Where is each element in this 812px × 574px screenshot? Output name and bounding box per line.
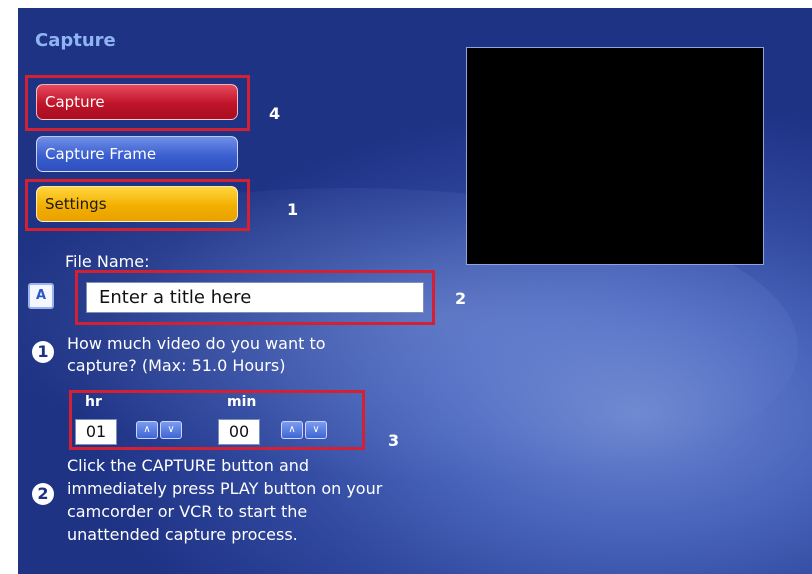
filename-label: File Name: xyxy=(65,252,150,271)
settings-highlight xyxy=(25,179,250,231)
filename-input[interactable]: Enter a title here xyxy=(86,282,424,313)
annotation-3: 3 xyxy=(388,431,400,450)
step-1-line-2: capture? (Max: 51.0 Hours) xyxy=(67,356,286,375)
annotation-1: 1 xyxy=(287,200,299,219)
hr-field[interactable]: 01 xyxy=(75,419,117,445)
annotation-2: 2 xyxy=(455,289,467,308)
capture-highlight xyxy=(25,75,250,131)
hr-up-button[interactable]: ∧ xyxy=(136,421,158,439)
min-field[interactable]: 00 xyxy=(218,419,260,445)
keyboard-icon[interactable]: A xyxy=(28,283,54,309)
min-up-button[interactable]: ∧ xyxy=(281,421,303,439)
page-title: Capture xyxy=(35,30,116,51)
step-1-icon: 1 xyxy=(32,341,54,363)
hr-down-button[interactable]: ∨ xyxy=(160,421,182,439)
capture-frame-button[interactable]: Capture Frame xyxy=(36,136,238,172)
capture-panel: Capture Capture Capture Frame Settings 4… xyxy=(18,8,812,574)
annotation-4: 4 xyxy=(269,104,281,123)
step-2-line-1: Click the CAPTURE button and xyxy=(67,456,310,475)
step-2-line-4: unattended capture process. xyxy=(67,525,298,544)
min-label: min xyxy=(227,394,257,410)
step-2-line-2: immediately press PLAY button on your xyxy=(67,479,383,498)
step-2-icon: 2 xyxy=(32,483,54,505)
hr-label: hr xyxy=(85,394,102,410)
step-1-line-1: How much video do you want to xyxy=(67,334,326,353)
step-2-line-3: camcorder or VCR to start the xyxy=(67,502,308,521)
min-down-button[interactable]: ∨ xyxy=(305,421,327,439)
video-preview xyxy=(466,47,764,265)
